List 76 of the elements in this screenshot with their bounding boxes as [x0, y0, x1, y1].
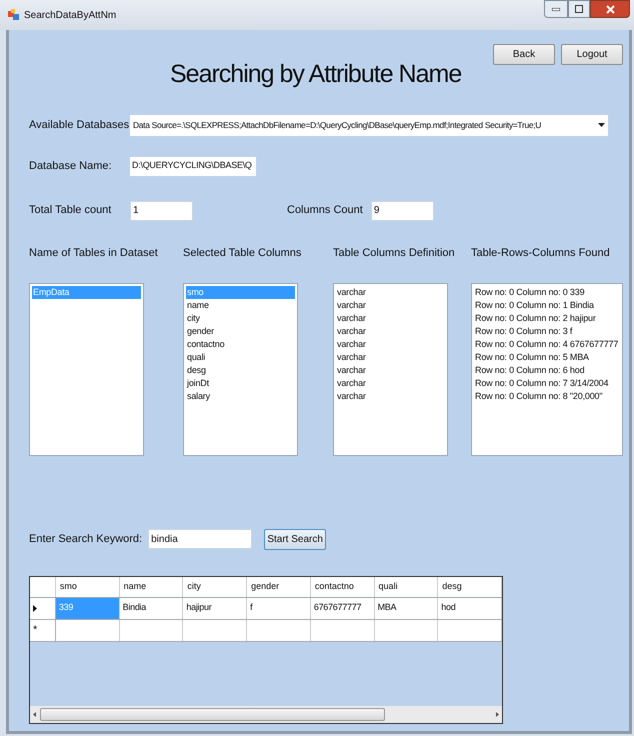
- list-item[interactable]: varchar: [336, 286, 445, 298]
- list-item[interactable]: Row no: 0 Column no: 7 3/14/2004: [474, 376, 620, 390]
- column-header[interactable]: quali: [374, 576, 438, 596]
- horizontal-scrollbar[interactable]: [30, 706, 502, 722]
- column-header[interactable]: city: [183, 576, 248, 596]
- table-cell[interactable]: 6767677777: [310, 598, 375, 618]
- field-label: Available Databases: [29, 118, 130, 133]
- list-item[interactable]: varchar: [336, 338, 445, 350]
- list-item[interactable]: city: [186, 312, 295, 324]
- minimize-button[interactable]: [544, 0, 568, 18]
- table-count-field[interactable]: 1: [130, 200, 193, 220]
- column-header[interactable]: contactno: [310, 576, 375, 596]
- list-box[interactable]: varchar varchar varchar varchar varchar varchar varchar varchar varchar: [333, 282, 448, 456]
- list-item[interactable]: desg: [186, 364, 295, 376]
- list-item[interactable]: varchar: [336, 312, 445, 324]
- scrollbar-thumb[interactable]: [40, 708, 385, 720]
- database-dropdown[interactable]: Data Source=.\SQLEXPRESS;AttachDbFilename=D:\QueryCycling\DBase\queryEmp.mdf;Integrated Security=True;U: [130, 114, 608, 136]
- list-label: Table-Rows-Columns Found: [471, 246, 611, 260]
- list-item[interactable]: name: [186, 298, 295, 312]
- field-label: Enter Search Keyword:: [29, 532, 142, 547]
- columns-count-field[interactable]: 9: [370, 200, 434, 220]
- field-label: Database Name:: [29, 158, 113, 174]
- column-header[interactable]: gender: [247, 576, 311, 596]
- list-item[interactable]: Row no: 0 Column no: 4 6767677777: [474, 338, 620, 350]
- list-item[interactable]: quali: [186, 350, 295, 364]
- list-item[interactable]: Row no: 0 Column no: 5 MBA: [474, 350, 620, 364]
- table-cell[interactable]: hajipur: [183, 598, 248, 618]
- dropdown-arrow-icon: [598, 123, 605, 127]
- row-header[interactable]: *: [30, 620, 56, 640]
- list-item[interactable]: varchar: [336, 364, 445, 376]
- app-icon: [8, 9, 20, 21]
- field-label: Columns Count: [287, 203, 363, 218]
- list-item[interactable]: varchar: [336, 376, 445, 390]
- database-name-field[interactable]: D:\QUERYCYCLING\DBASE\Q: [130, 156, 256, 176]
- window-title: SearchDataByAttNm: [24, 8, 116, 22]
- field-label: Total Table count: [29, 203, 112, 218]
- list-item[interactable]: Row no: 0 Column no: 1 Bindia: [474, 298, 620, 312]
- list-item[interactable]: Row no: 0 Column no: 2 hajipur: [474, 312, 620, 324]
- close-button[interactable]: [590, 0, 630, 18]
- column-header[interactable]: smo: [56, 576, 120, 596]
- list-item[interactable]: Row no: 0 Column no: 8 "20,000": [474, 390, 620, 402]
- list-label: Name of Tables in Dataset: [29, 246, 159, 260]
- restore-icon: [575, 5, 583, 13]
- dropdown-value: Data Source=.\SQLEXPRESS;AttachDbFilename=D:\QueryCycling\DBase\queryEmp.mdf;Integrated Security=True;U: [133, 118, 542, 132]
- list-box[interactable]: smo name city gender contactno quali desg joinDt salary: [183, 282, 298, 456]
- column-header[interactable]: desg: [438, 576, 502, 596]
- list-item[interactable]: Row no: 0 Column no: 6 hod: [474, 364, 620, 376]
- maximize-button[interactable]: [568, 0, 590, 18]
- column-header[interactable]: name: [120, 576, 184, 596]
- search-field[interactable]: bindia: [148, 529, 252, 549]
- list-item[interactable]: salary: [186, 390, 295, 402]
- nav-button[interactable]: Logout: [561, 44, 623, 65]
- list-item[interactable]: varchar: [336, 390, 445, 402]
- list-item[interactable]: varchar: [336, 298, 445, 312]
- list-label: Selected Table Columns: [183, 246, 302, 260]
- nav-button[interactable]: Back: [493, 44, 555, 65]
- list-item[interactable]: varchar: [336, 324, 445, 338]
- list-label: Table Columns Definition: [333, 246, 456, 260]
- page-heading: Searching by Attribute Name: [170, 59, 462, 90]
- table-cell[interactable]: MBA: [374, 598, 438, 618]
- table-cell[interactable]: f: [247, 598, 311, 618]
- minimize-icon: [552, 8, 560, 10]
- list-item[interactable]: Row no: 0 Column no: 3 f: [474, 324, 620, 338]
- list-item[interactable]: Row no: 0 Column no: 0 339: [474, 286, 620, 298]
- table-cell[interactable]: Bindia: [120, 598, 184, 618]
- list-item[interactable]: contactno: [186, 338, 295, 350]
- scroll-left-icon: [33, 712, 36, 716]
- list-box[interactable]: [471, 282, 623, 456]
- start-search-button[interactable]: Start Search: [264, 528, 326, 550]
- close-icon: [606, 4, 614, 14]
- list-item[interactable]: joinDt: [186, 376, 295, 390]
- list-item[interactable]: varchar: [336, 350, 445, 364]
- list-item[interactable]: gender: [186, 324, 295, 338]
- new-row-marker: *: [33, 622, 38, 638]
- scroll-right-icon: [496, 712, 499, 716]
- table-cell[interactable]: hod: [438, 598, 502, 618]
